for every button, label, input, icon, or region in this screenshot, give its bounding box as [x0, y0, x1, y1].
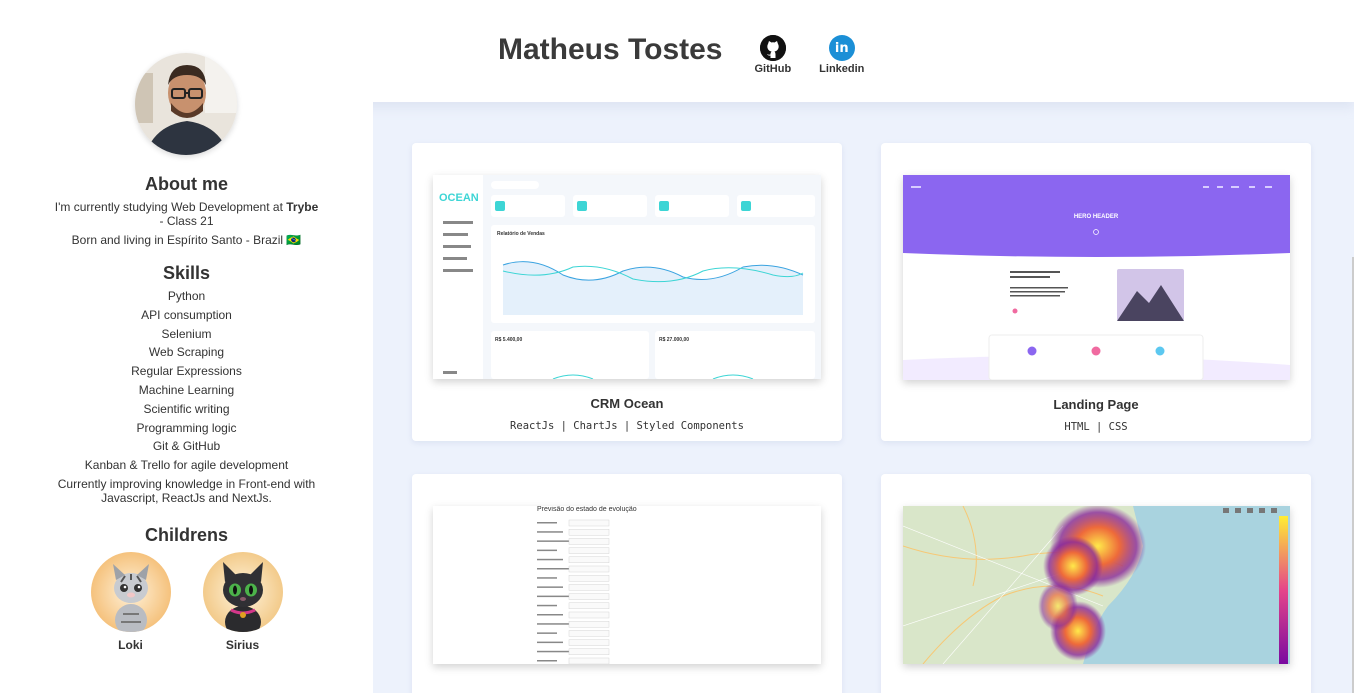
project-card-landing-page[interactable]: HERO HEADER Landing Page HTML | CSS: [881, 143, 1311, 441]
school-name: Trybe: [286, 200, 319, 214]
sirius-avatar: [202, 551, 283, 632]
heatmap-thumbnail[interactable]: [903, 506, 1290, 664]
crm-chart-title: Relatório de Vendas: [497, 231, 545, 237]
profile-avatar: [135, 53, 237, 155]
page-title: Matheus Tostes: [498, 33, 723, 66]
crm-logo: OCEAN: [439, 192, 479, 204]
skill-item: Web Scraping: [148, 345, 225, 360]
github-link[interactable]: GitHub: [754, 28, 792, 75]
prediction-thumbnail[interactable]: Previsão do estado de evolução: [433, 506, 821, 664]
project-tech: HTML | CSS: [1064, 421, 1128, 433]
skill-item: API consumption: [141, 307, 232, 322]
skill-item: Python: [167, 289, 206, 303]
skill-item: Kanban & Trello for agile development: [84, 458, 289, 473]
skill-item: Currently improving knowledge in Front-e…: [57, 476, 316, 505]
github-icon: [759, 35, 786, 61]
skill-item: Git & GitHub: [152, 439, 221, 454]
project-card-prediction[interactable]: Previsão do estado de evolução: [412, 474, 842, 693]
skills-list: Python API consumption Selenium Web Scra…: [0, 289, 373, 505]
children-heading: Childrens: [144, 524, 228, 545]
children-list: Loki Sirius: [0, 551, 373, 652]
github-label: GitHub: [754, 63, 792, 75]
profile-sidebar: About me I'm currently studying Web Deve…: [0, 0, 373, 693]
child-name: Sirius: [225, 637, 260, 652]
crm-ocean-thumbnail[interactable]: OCEAN Relatório de Vendas R$ 5.400,00 R$…: [433, 175, 821, 379]
child-sirius: Sirius: [202, 551, 283, 652]
skill-item: Machine Learning: [138, 382, 235, 397]
skill-item: Programming logic: [136, 420, 237, 435]
projects-area: OCEAN Relatório de Vendas R$ 5.400,00 R$…: [373, 102, 1354, 693]
crm-value-2: R$ 27.000,00: [659, 337, 689, 343]
skills-heading: Skills: [162, 263, 211, 283]
loki-avatar: [90, 551, 171, 632]
linkedin-label: Linkedin: [819, 63, 865, 75]
child-loki: Loki: [90, 551, 171, 652]
skill-item: Selenium: [161, 326, 212, 341]
project-card-crm-ocean[interactable]: OCEAN Relatório de Vendas R$ 5.400,00 R$…: [412, 143, 842, 441]
child-name: Loki: [118, 637, 143, 652]
linkedin-link[interactable]: in Linkedin: [819, 28, 864, 75]
crm-value-1: R$ 5.400,00: [495, 337, 522, 343]
project-title: CRM Ocean: [590, 396, 664, 411]
about-study-text: I'm currently studying Web Development a…: [54, 200, 319, 228]
about-location-text: Born and living in Espírito Santo - Braz…: [71, 233, 302, 247]
landing-page-thumbnail[interactable]: HERO HEADER: [903, 175, 1290, 380]
skill-item: Regular Expressions: [131, 364, 242, 379]
project-tech: ReactJs | ChartJs | Styled Components: [510, 420, 744, 432]
project-title: Landing Page: [1053, 397, 1139, 412]
landing-hero-title: HERO HEADER: [1074, 214, 1119, 220]
skill-item: Scientific writing: [143, 401, 230, 416]
linkedin-icon: in: [828, 35, 855, 61]
project-card-heatmap[interactable]: [881, 474, 1311, 693]
about-heading: About me: [145, 174, 228, 194]
